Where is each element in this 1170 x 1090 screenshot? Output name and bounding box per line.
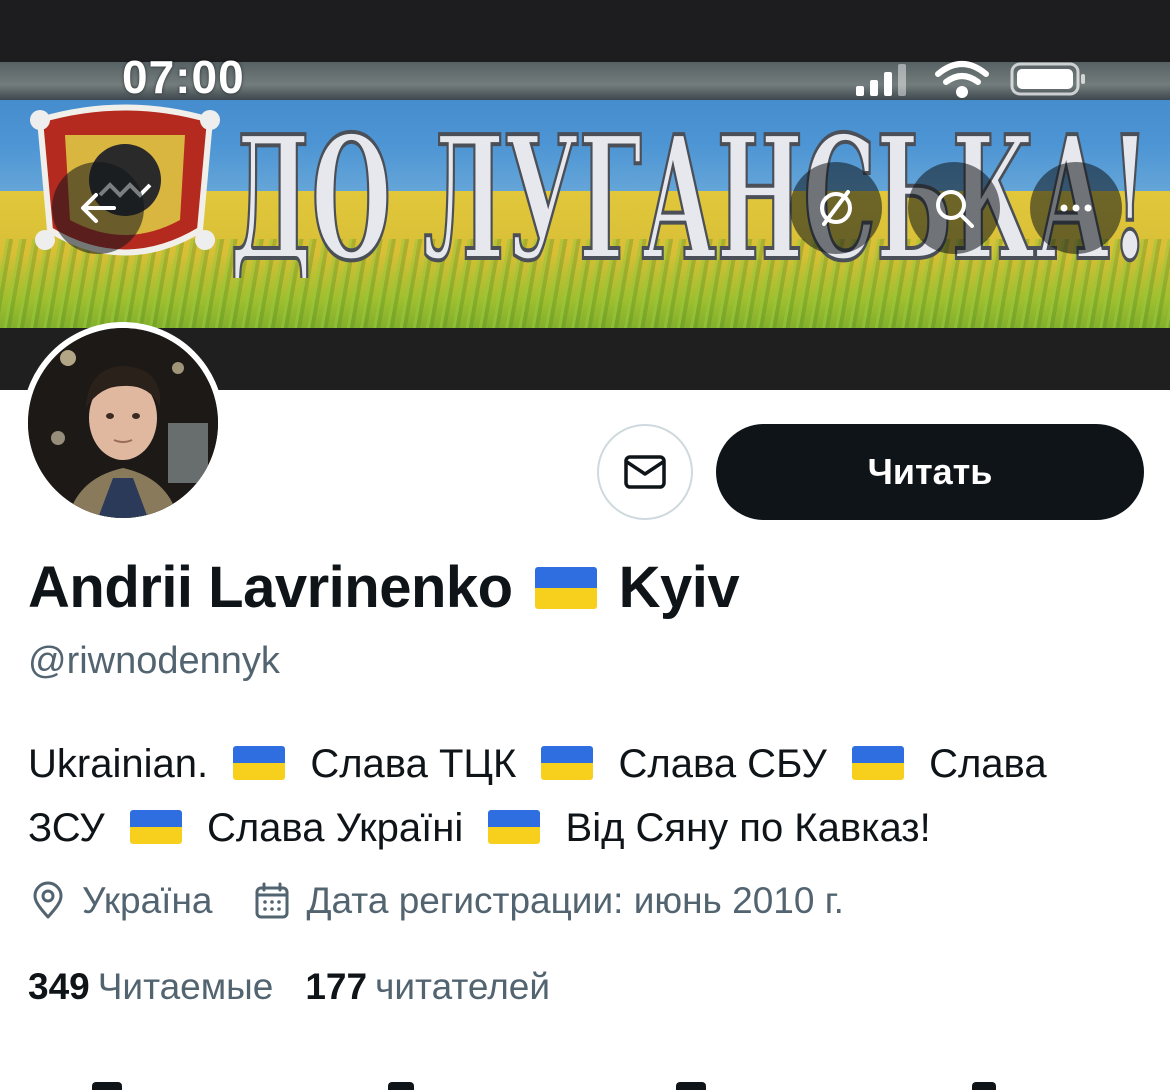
bio-text: Слава Україні: [206, 806, 464, 850]
message-button[interactable]: [597, 424, 693, 520]
status-bar-icons: [856, 61, 1085, 98]
followers-label: читателей: [375, 966, 551, 1007]
arrow-left-icon: [81, 193, 116, 223]
ukraine-flag-icon: [534, 566, 597, 609]
search-icon: [936, 190, 974, 228]
display-name-part-2: Kyiv: [618, 555, 740, 620]
profile-meta: Україна Дата регистрации: июнь 2010 г.: [28, 880, 884, 922]
tab-peek[interactable]: [676, 1082, 706, 1090]
follow-stats: 349 Читаемые 177 читателей: [28, 966, 582, 1008]
tab-peek[interactable]: [388, 1082, 414, 1090]
followers-count: 177: [305, 966, 368, 1007]
joined-date-text: Дата регистрации: июнь 2010 г.: [306, 880, 844, 921]
ukraine-flag-icon: [129, 810, 182, 845]
location-item: Україна: [28, 880, 212, 922]
calendar-icon: [255, 882, 289, 919]
bio-text: Слава ТЦК: [310, 742, 517, 786]
profile-tabs-peek: [0, 1074, 1170, 1090]
bio-text: Від Сяну по Кавказ!: [565, 806, 931, 850]
ukraine-flag-icon: [233, 746, 286, 781]
tab-peek[interactable]: [92, 1082, 122, 1090]
back-button[interactable]: [52, 162, 144, 254]
following-label: Читаемые: [97, 966, 274, 1007]
following-count: 349: [28, 966, 90, 1007]
signal-icon: [856, 64, 906, 96]
ukraine-flag-icon: [541, 746, 594, 781]
ukraine-flag-icon: [488, 810, 541, 845]
banner-graffiti-text: ДО ЛУГАНСЬКА!: [230, 97, 1152, 278]
bio-text: Ukrainian.: [28, 742, 209, 786]
more-icon: [1060, 204, 1092, 212]
envelope-icon: [624, 455, 666, 489]
battery-icon: [1010, 62, 1085, 96]
profile-bio: Ukrainian. Слава ТЦК Слава СБУ Слава ЗСУ…: [28, 732, 1148, 860]
avatar[interactable]: [22, 322, 224, 524]
display-name: Andrii Lavrinenko Kyiv: [28, 554, 740, 621]
avatar-photo: [28, 328, 218, 518]
ukraine-flag-icon: [851, 746, 904, 781]
bio-text: Слава СБУ: [618, 742, 827, 786]
tab-peek[interactable]: [972, 1082, 996, 1090]
location-pin-icon: [33, 881, 63, 919]
status-bar-time: 07:00: [122, 51, 245, 103]
translate-icon: [820, 190, 852, 226]
more-options-button[interactable]: [1030, 162, 1122, 254]
joined-item: Дата регистрации: июнь 2010 г.: [252, 880, 844, 922]
bio-text: ЗСУ: [28, 806, 105, 850]
svg-text:ДО ЛУГАНСЬКА!: ДО ЛУГАНСЬКА!: [230, 99, 1150, 278]
location-text: Україна: [82, 880, 213, 921]
profile-banner[interactable]: ДО ЛУГАНСЬКА! 07:00: [0, 0, 1170, 390]
username-handle: @riwnodennyk: [28, 640, 280, 682]
search-button[interactable]: [908, 162, 1000, 254]
followers-link[interactable]: 177 читателей: [305, 966, 550, 1008]
translate-button[interactable]: [790, 162, 882, 254]
wifi-icon: [935, 61, 989, 98]
bio-text: Слава: [929, 742, 1047, 786]
follow-button[interactable]: Читать: [716, 424, 1144, 520]
following-link[interactable]: 349 Читаемые: [28, 966, 273, 1008]
display-name-part-1: Andrii Lavrinenko: [28, 555, 513, 620]
